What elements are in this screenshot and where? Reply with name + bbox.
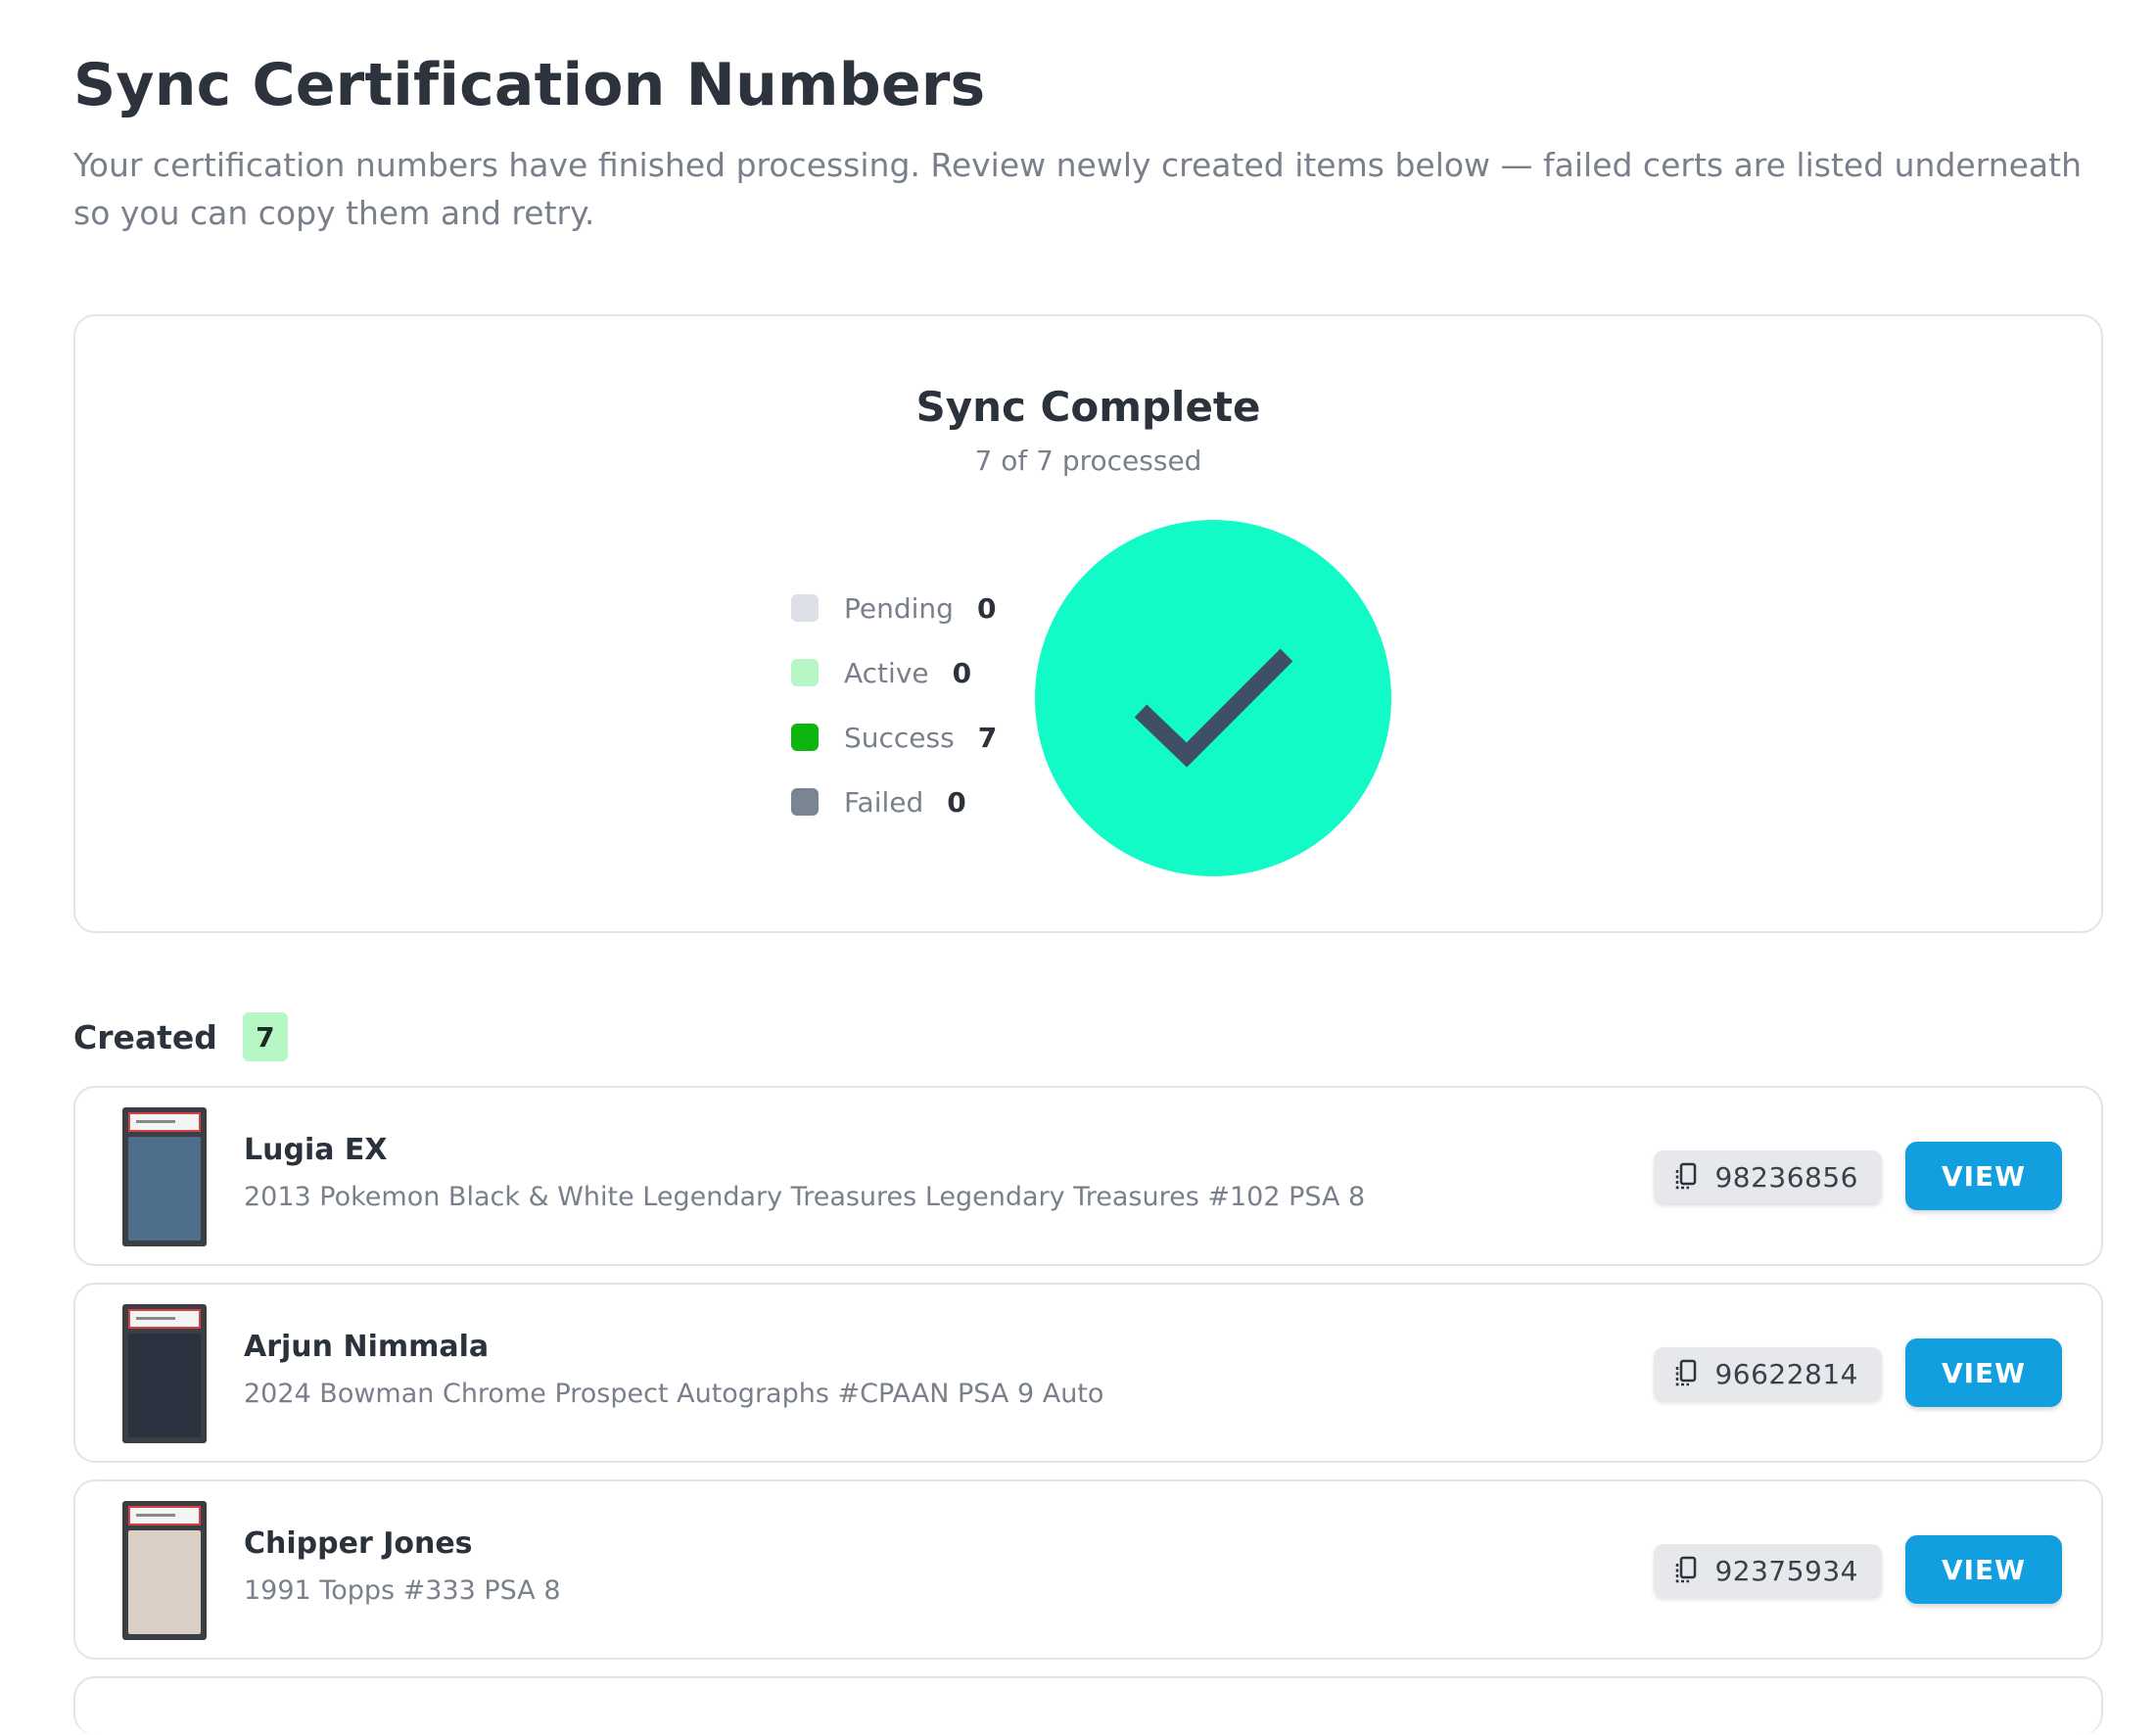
legend-label: Pending	[844, 591, 954, 625]
view-button[interactable]: VIEW	[1905, 1535, 2062, 1604]
list-item-partial	[73, 1676, 2103, 1735]
item-description: 2024 Bowman Chrome Prospect Autographs #…	[244, 1379, 1104, 1409]
page-subtitle: Your certification numbers have finished…	[73, 146, 2082, 232]
created-items-list: Lugia EX 2013 Pokemon Black & White Lege…	[73, 1086, 2103, 1735]
copy-icon	[1676, 1162, 1697, 1190]
card-image	[128, 1137, 201, 1241]
legend-item-failed: Failed 0	[791, 770, 1026, 834]
created-count-badge: 7	[242, 1012, 288, 1061]
legend-label: Success	[844, 721, 955, 754]
cert-number: 92375934	[1714, 1554, 1858, 1587]
view-button[interactable]: VIEW	[1905, 1142, 2062, 1210]
legend-swatch-success	[791, 724, 819, 751]
legend-count: 0	[976, 591, 997, 625]
slab-label	[128, 1112, 201, 1132]
created-section-header: Created 7	[73, 1012, 288, 1061]
status-title: Sync Complete	[915, 383, 1261, 431]
slab-label	[128, 1309, 201, 1329]
legend-count: 0	[947, 785, 966, 819]
copy-cert-button[interactable]: 92375934	[1654, 1544, 1882, 1597]
item-name: Arjun Nimmala	[244, 1330, 490, 1364]
legend-item-active: Active 0	[791, 640, 1026, 705]
legend-item-pending: Pending 0	[791, 576, 1026, 640]
copy-cert-button[interactable]: 98236856	[1654, 1150, 1882, 1203]
legend-label: Active	[844, 656, 929, 689]
legend-count: 0	[952, 656, 972, 689]
legend-swatch-active	[791, 659, 819, 686]
list-item: Chipper Jones 1991 Topps #333 PSA 8 9237…	[73, 1479, 2103, 1660]
card-thumbnail[interactable]	[122, 1304, 207, 1443]
cert-number: 96622814	[1714, 1357, 1858, 1390]
item-description: 2013 Pokemon Black & White Legendary Tre…	[244, 1182, 1366, 1212]
list-item: Arjun Nimmala 2024 Bowman Chrome Prospec…	[73, 1283, 2103, 1463]
status-legend: Pending 0 Active 0 Success 7 Failed 0	[791, 576, 1026, 834]
sync-status-card: Sync Complete 7 of 7 processed Pending 0…	[73, 314, 2103, 933]
legend-count: 7	[977, 721, 998, 754]
created-label: Created	[73, 1017, 217, 1056]
card-thumbnail[interactable]	[122, 1501, 207, 1640]
copy-icon	[1676, 1556, 1697, 1583]
legend-swatch-failed	[791, 788, 819, 816]
copy-cert-button[interactable]: 96622814	[1654, 1347, 1882, 1400]
checkmark-icon	[1134, 648, 1293, 768]
legend-label: Failed	[844, 785, 924, 819]
list-item: Lugia EX 2013 Pokemon Black & White Lege…	[73, 1086, 2103, 1266]
card-image	[128, 1334, 201, 1437]
item-name: Lugia EX	[244, 1133, 388, 1167]
card-thumbnail[interactable]	[122, 1107, 207, 1246]
copy-icon	[1676, 1359, 1697, 1386]
legend-swatch-pending	[791, 594, 819, 622]
sync-page: Sync Certification Numbers Your certific…	[0, 0, 2156, 1735]
legend-item-success: Success 7	[791, 705, 1026, 770]
page-title: Sync Certification Numbers	[73, 51, 986, 119]
view-button[interactable]: VIEW	[1905, 1338, 2062, 1407]
slab-label	[128, 1506, 201, 1525]
cert-number: 98236856	[1714, 1160, 1858, 1194]
progress-circle	[1035, 520, 1391, 876]
item-name: Chipper Jones	[244, 1526, 473, 1561]
item-description: 1991 Topps #333 PSA 8	[244, 1575, 561, 1606]
card-image	[128, 1530, 201, 1634]
status-progress-text: 7 of 7 processed	[974, 445, 1202, 477]
